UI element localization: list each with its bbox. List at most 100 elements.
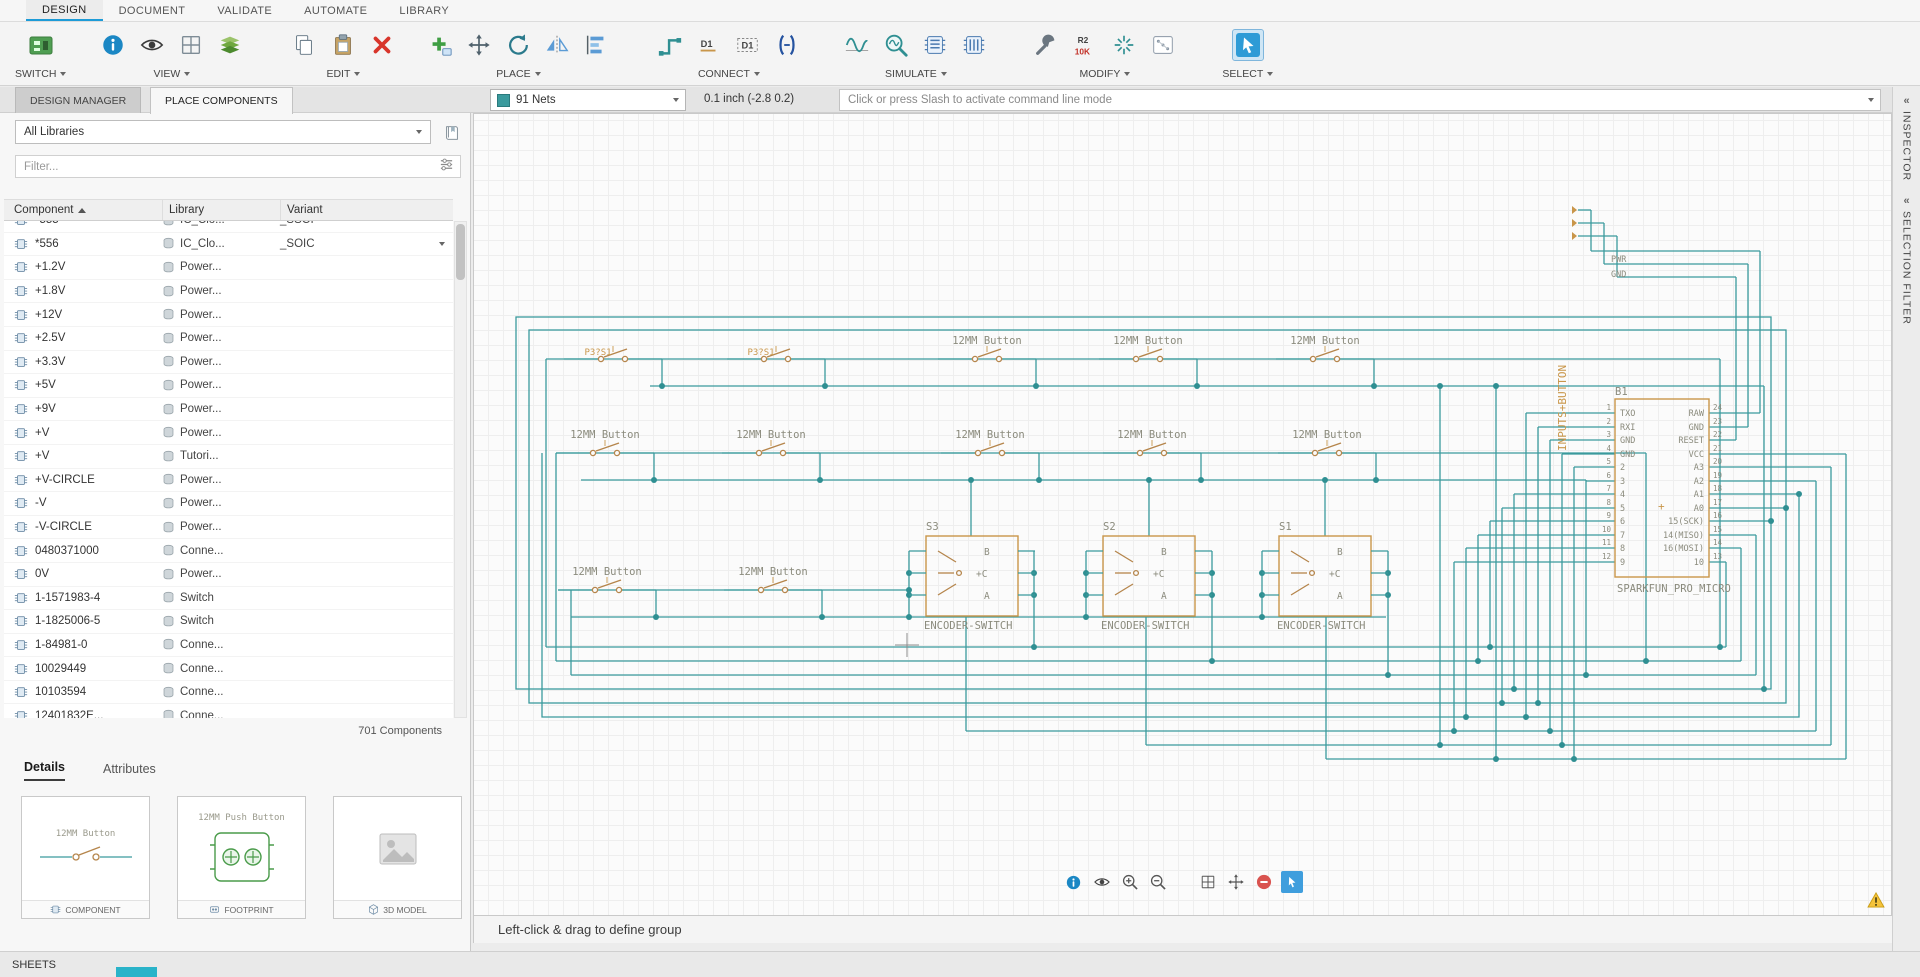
menu-tab-library[interactable]: LIBRARY (383, 0, 465, 21)
table-row[interactable]: +V-CIRCLE Power... (4, 469, 453, 493)
select-mode-button[interactable] (1281, 871, 1303, 893)
net-label-icon[interactable]: D1 (694, 30, 724, 60)
svg-text:11: 11 (1602, 538, 1611, 547)
align-icon[interactable] (581, 30, 611, 60)
pan-button[interactable] (1225, 871, 1247, 893)
delete-icon[interactable] (367, 30, 397, 60)
scrollbar-thumb[interactable] (456, 224, 465, 280)
library-select[interactable]: All Libraries (15, 120, 431, 144)
edit-menu[interactable]: EDIT (326, 68, 360, 80)
menu-tab-validate[interactable]: VALIDATE (201, 0, 288, 21)
ribbon-group-view: VIEW (89, 22, 254, 85)
modify-menu[interactable]: MODIFY (1080, 68, 1131, 80)
probe-icon[interactable] (881, 30, 911, 60)
component-name: 12401832E... (35, 710, 103, 718)
mirror-icon[interactable] (542, 30, 572, 60)
copy-icon[interactable] (289, 30, 319, 60)
tab-details[interactable]: Details (24, 760, 65, 781)
filter-input[interactable] (16, 161, 439, 173)
table-row[interactable]: +3.3V Power... (4, 351, 453, 375)
tab-place-components[interactable]: PLACE COMPONENTS (150, 87, 293, 114)
memory-chip2-icon[interactable] (959, 30, 989, 60)
warning-icon[interactable] (1867, 892, 1885, 913)
open-library-button[interactable] (441, 122, 463, 143)
table-row[interactable]: 0V Power... (4, 563, 453, 587)
selection-filter-tab[interactable]: « SELECTION FILTER (1901, 195, 1913, 325)
bus-icon[interactable] (772, 30, 802, 60)
wrench-icon[interactable] (1031, 30, 1061, 60)
table-row[interactable]: -V Power... (4, 492, 453, 516)
table-row[interactable]: +12V Power... (4, 303, 453, 327)
table-row[interactable]: +V Tutori... (4, 445, 453, 469)
table-row[interactable]: 10029449 Conne... (4, 657, 453, 681)
smash-icon[interactable] (1109, 30, 1139, 60)
add-part-icon[interactable] (425, 30, 455, 60)
table-row[interactable]: *556 IC_Clo... _SOIC (4, 233, 453, 257)
table-row[interactable]: 1-1571983-4 Switch (4, 587, 453, 611)
table-row[interactable]: 1-1825006-5 Switch (4, 610, 453, 634)
menu-tab-automate[interactable]: AUTOMATE (288, 0, 383, 21)
table-row[interactable]: +2.5V Power... (4, 327, 453, 351)
connect-menu[interactable]: CONNECT (698, 68, 760, 80)
value-icon[interactable]: R210K (1070, 30, 1100, 60)
tab-attributes[interactable]: Attributes (103, 762, 156, 781)
table-row[interactable]: 1-84981-0 Conne... (4, 634, 453, 658)
variant-caret-icon[interactable] (439, 242, 445, 246)
info-icon[interactable] (98, 30, 128, 60)
nets-dropdown[interactable]: 91 Nets (490, 89, 686, 111)
inspector-tab[interactable]: « INSPECTOR (1901, 95, 1913, 181)
list-scrollbar[interactable] (454, 221, 467, 718)
component-icon (14, 685, 28, 699)
net-label-frame-icon[interactable]: D1 (733, 30, 763, 60)
info-button[interactable] (1063, 871, 1085, 893)
header-variant[interactable]: Variant (280, 200, 453, 220)
filter-settings-icon[interactable] (439, 157, 454, 177)
table-row[interactable]: +9V Power... (4, 398, 453, 422)
sheets-bar[interactable]: SHEETS (0, 951, 1920, 977)
library-icon (162, 308, 175, 321)
grid-icon[interactable] (176, 30, 206, 60)
paste-icon[interactable] (328, 30, 358, 60)
table-row[interactable]: +1.2V Power... (4, 256, 453, 280)
promicro-ic[interactable]: B1 + SPARKFUN_PRO_MICRO TXO RXI GND GND … (1602, 386, 1731, 595)
place-menu[interactable]: PLACE (496, 68, 540, 80)
eye-icon[interactable] (137, 30, 167, 60)
layers-icon[interactable] (215, 30, 245, 60)
select-tool-icon[interactable] (1233, 30, 1263, 60)
table-row[interactable]: +1.8V Power... (4, 280, 453, 304)
schematic[interactable]: P3?S1 P3?S1 12MM Button 12MM Button 12MM… (486, 114, 1881, 916)
schematic-canvas[interactable]: P3?S1 P3?S1 12MM Button 12MM Button 12MM… (473, 113, 1892, 916)
command-input[interactable] (840, 94, 1868, 106)
net-wire-icon[interactable] (655, 30, 685, 60)
zoom-in-button[interactable] (1119, 871, 1141, 893)
table-row[interactable]: 12401832E... Conne... (4, 704, 453, 718)
remove-button[interactable] (1253, 871, 1275, 893)
caret-down-icon[interactable] (1868, 98, 1874, 102)
table-row[interactable]: -V-CIRCLE Power... (4, 516, 453, 540)
header-component[interactable]: Component (14, 204, 162, 216)
select-menu[interactable]: SELECT (1222, 68, 1273, 80)
switch-board-icon[interactable] (26, 30, 56, 60)
switch-menu[interactable]: SWITCH (15, 68, 66, 80)
net-class-icon[interactable] (1148, 30, 1178, 60)
memory-chip-icon[interactable] (920, 30, 950, 60)
simulate-menu[interactable]: SIMULATE (885, 68, 947, 80)
sine-wave-icon[interactable] (842, 30, 872, 60)
visibility-button[interactable] (1091, 871, 1113, 893)
grid-toggle-button[interactable] (1197, 871, 1219, 893)
tab-design-manager[interactable]: DESIGN MANAGER (15, 87, 141, 113)
encoder-switches[interactable]: S3 S2 S1 B +C A B +C A B +C A ENCODER-SW… (909, 521, 1388, 632)
menu-tab-document[interactable]: DOCUMENT (103, 0, 202, 21)
menu-tab-design[interactable]: DESIGN (26, 0, 103, 21)
view-menu[interactable]: VIEW (154, 68, 191, 80)
rotate-icon[interactable] (503, 30, 533, 60)
table-row[interactable]: 10103594 Conne... (4, 681, 453, 705)
zoom-out-button[interactable] (1147, 871, 1169, 893)
table-row[interactable]: +5V Power... (4, 374, 453, 398)
header-library[interactable]: Library (162, 200, 280, 220)
move-icon[interactable] (464, 30, 494, 60)
table-row[interactable]: 0480371000 Conne... (4, 539, 453, 563)
push-buttons[interactable]: P3?S1 P3?S1 12MM Button 12MM Button 12MM… (556, 335, 1376, 593)
table-row[interactable]: +V Power... (4, 421, 453, 445)
table-row[interactable]: *555 IC_Clo... _SSOP (4, 221, 453, 233)
